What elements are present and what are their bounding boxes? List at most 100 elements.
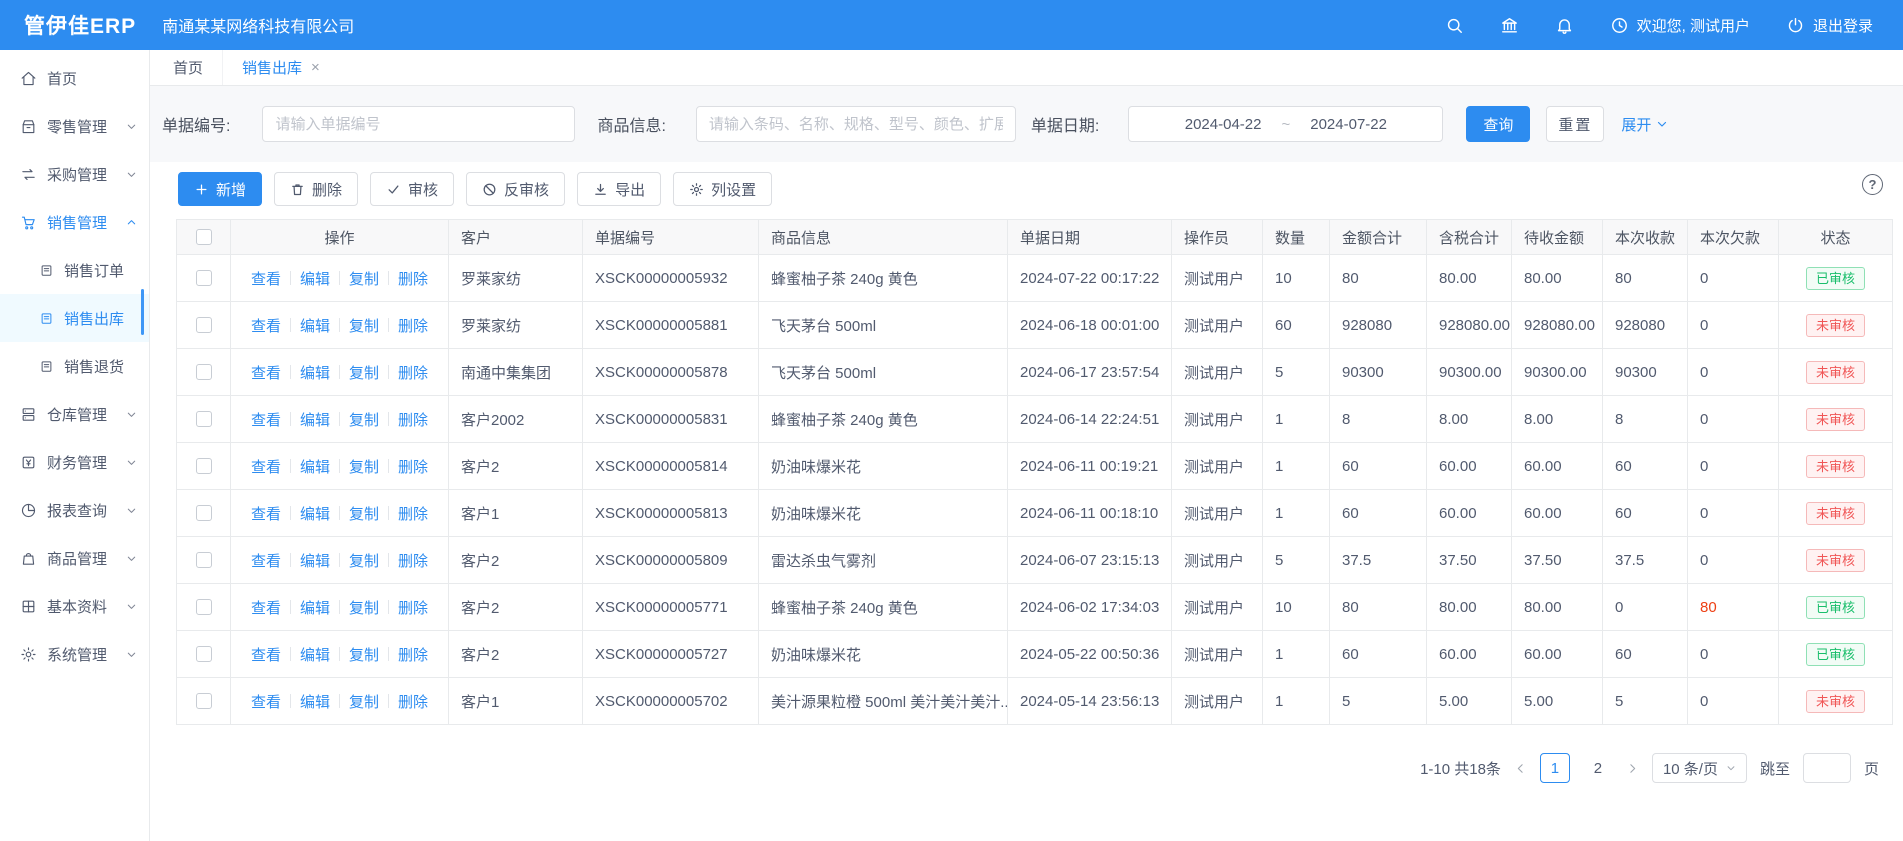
copy-link[interactable]: 复制: [349, 268, 379, 289]
sidebar-item-basic-data[interactable]: 基本资料: [0, 582, 149, 630]
checkbox-cell: [177, 678, 231, 725]
sidebar-item-goods[interactable]: 商品管理: [0, 534, 149, 582]
edit-link[interactable]: 编辑: [300, 691, 330, 712]
sidebar-item-retail[interactable]: 零售管理: [0, 102, 149, 150]
logout-button[interactable]: 退出登录: [1786, 15, 1873, 36]
expand-label: 展开: [1621, 114, 1651, 135]
copy-link[interactable]: 复制: [349, 503, 379, 524]
view-link[interactable]: 查看: [251, 268, 281, 289]
next-page-button[interactable]: [1626, 762, 1639, 775]
edit-link[interactable]: 编辑: [300, 362, 330, 383]
delete-link[interactable]: 删除: [398, 362, 428, 383]
prev-page-button[interactable]: [1514, 762, 1527, 775]
copy-link[interactable]: 复制: [349, 409, 379, 430]
sidebar-item-home[interactable]: 首页: [0, 54, 149, 102]
sidebar-scrollbar-thumb[interactable]: [141, 289, 144, 335]
sidebar-item-warehouse[interactable]: 仓库管理: [0, 390, 149, 438]
view-link[interactable]: 查看: [251, 315, 281, 336]
delete-link[interactable]: 删除: [398, 503, 428, 524]
sidebar-item-report[interactable]: 报表查询: [0, 486, 149, 534]
delete-link[interactable]: 删除: [398, 409, 428, 430]
edit-link[interactable]: 编辑: [300, 550, 330, 571]
copy-link[interactable]: 复制: [349, 456, 379, 477]
column-settings-button[interactable]: 列设置: [673, 172, 772, 206]
top-header: 管伊佳ERP 南通某某网络科技有限公司 欢迎您, 测试用户 退出登录: [0, 0, 1903, 50]
delete-link[interactable]: 删除: [398, 597, 428, 618]
delete-button[interactable]: 删除: [274, 172, 358, 206]
select-all-checkbox[interactable]: [196, 229, 212, 245]
copy-link[interactable]: 复制: [349, 362, 379, 383]
view-link[interactable]: 查看: [251, 503, 281, 524]
column-header: 待收金额: [1512, 220, 1603, 255]
view-link[interactable]: 查看: [251, 409, 281, 430]
sidebar-item-sales-return[interactable]: 销售退货: [0, 342, 149, 390]
edit-link[interactable]: 编辑: [300, 456, 330, 477]
search-query-button[interactable]: 查询: [1466, 106, 1530, 142]
bill-no-input[interactable]: [262, 106, 575, 142]
edit-link[interactable]: 编辑: [300, 597, 330, 618]
delete-link[interactable]: 删除: [398, 456, 428, 477]
delete-link[interactable]: 删除: [398, 550, 428, 571]
reset-button[interactable]: 重置: [1546, 106, 1604, 142]
user-welcome[interactable]: 欢迎您, 测试用户: [1610, 15, 1750, 36]
page-size-select[interactable]: 10 条/页: [1652, 753, 1747, 783]
notifications-button[interactable]: [1555, 16, 1574, 35]
view-link[interactable]: 查看: [251, 550, 281, 571]
edit-link[interactable]: 编辑: [300, 268, 330, 289]
help-icon[interactable]: ?: [1862, 174, 1883, 195]
delete-link[interactable]: 删除: [398, 691, 428, 712]
delete-link[interactable]: 删除: [398, 644, 428, 665]
close-tab-icon[interactable]: ×: [311, 60, 320, 75]
row-checkbox[interactable]: [196, 270, 212, 286]
add-button[interactable]: 新增: [178, 172, 262, 206]
edit-link[interactable]: 编辑: [300, 409, 330, 430]
row-checkbox[interactable]: [196, 411, 212, 427]
sidebar-item-label: 销售管理: [47, 212, 107, 233]
delete-link[interactable]: 删除: [398, 315, 428, 336]
row-checkbox[interactable]: [196, 364, 212, 380]
copy-link[interactable]: 复制: [349, 315, 379, 336]
row-checkbox[interactable]: [196, 646, 212, 662]
view-link[interactable]: 查看: [251, 597, 281, 618]
edit-link[interactable]: 编辑: [300, 315, 330, 336]
copy-link[interactable]: 复制: [349, 644, 379, 665]
page-button-1[interactable]: 1: [1540, 753, 1570, 783]
row-checkbox[interactable]: [196, 599, 212, 615]
row-checkbox[interactable]: [196, 693, 212, 709]
goods-info-input[interactable]: [696, 106, 1016, 142]
edit-link[interactable]: 编辑: [300, 644, 330, 665]
copy-link[interactable]: 复制: [349, 550, 379, 571]
view-link[interactable]: 查看: [251, 691, 281, 712]
sidebar-item-system[interactable]: 系统管理: [0, 630, 149, 678]
row-checkbox[interactable]: [196, 552, 212, 568]
edit-link[interactable]: 编辑: [300, 503, 330, 524]
search-button[interactable]: [1445, 16, 1464, 35]
sidebar-item-sales[interactable]: 销售管理: [0, 198, 149, 246]
sidebar-item-finance[interactable]: 财务管理: [0, 438, 149, 486]
row-checkbox[interactable]: [196, 317, 212, 333]
page-button-2[interactable]: 2: [1583, 753, 1613, 783]
row-checkbox[interactable]: [196, 458, 212, 474]
expand-filters-link[interactable]: 展开: [1621, 114, 1668, 135]
unaudit-button[interactable]: 反审核: [466, 172, 565, 206]
sidebar-item-purchase[interactable]: 采购管理: [0, 150, 149, 198]
tab-sales-outbound[interactable]: 销售出库 ×: [222, 50, 339, 85]
sidebar-item-sales-order[interactable]: 销售订单: [0, 246, 149, 294]
sidebar-item-sales-outbound[interactable]: 销售出库: [0, 294, 149, 342]
cell-customer: 客户2: [449, 631, 583, 678]
workbench-button[interactable]: [1500, 16, 1519, 35]
view-link[interactable]: 查看: [251, 456, 281, 477]
clock-icon: [1610, 16, 1629, 35]
audit-button[interactable]: 审核: [370, 172, 454, 206]
delete-link[interactable]: 删除: [398, 268, 428, 289]
date-range-picker[interactable]: 2024-04-22 ~ 2024-07-22: [1128, 106, 1443, 142]
tab-home[interactable]: 首页: [154, 50, 222, 85]
row-checkbox[interactable]: [196, 505, 212, 521]
copy-link[interactable]: 复制: [349, 691, 379, 712]
view-link[interactable]: 查看: [251, 362, 281, 383]
copy-link[interactable]: 复制: [349, 597, 379, 618]
export-button[interactable]: 导出: [577, 172, 661, 206]
cell-operator: 测试用户: [1172, 584, 1263, 631]
jump-page-input[interactable]: [1803, 753, 1851, 783]
view-link[interactable]: 查看: [251, 644, 281, 665]
